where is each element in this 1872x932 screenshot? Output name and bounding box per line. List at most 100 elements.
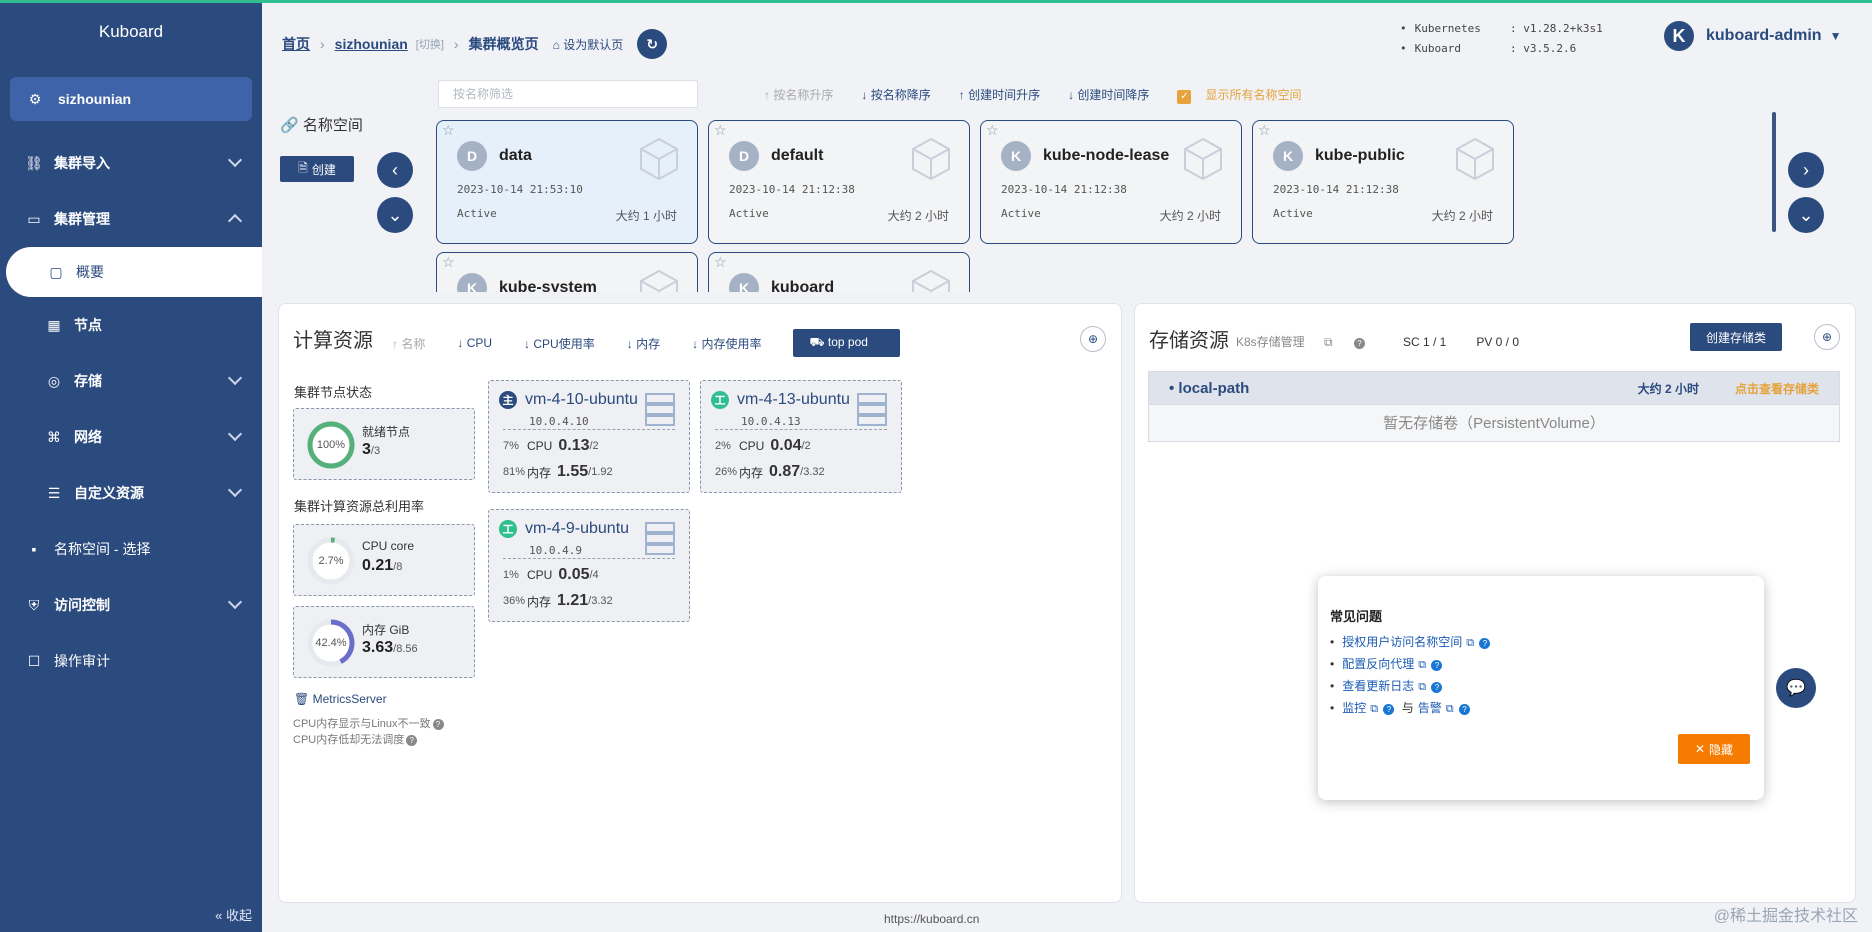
faq-link[interactable]: 授权用户访问名称空间	[1342, 635, 1462, 649]
collapse-down-button[interactable]: ⌄	[1788, 197, 1824, 233]
zoom-icon[interactable]: ⊕	[1814, 324, 1840, 350]
namespace-card[interactable]: ☆ Ddata 2023-10-14 21:53:10 Active 大约 1 小时	[436, 120, 698, 244]
node-name[interactable]: vm-4-10-ubuntu	[525, 391, 638, 409]
sidebar-item-label: 自定义资源	[74, 485, 144, 501]
faq-item[interactable]: 配置反向代理 ⧉ ?	[1330, 654, 1490, 676]
sort-by-cpu-usage[interactable]: ↓ CPU使用率	[524, 335, 611, 352]
create-storage-class-button[interactable]: 创建存储类	[1690, 323, 1782, 351]
version-info: Kubernetes: v1.28.2+k3s1 Kuboard: v3.5.2…	[1400, 19, 1603, 59]
create-namespace-button[interactable]: 🗎 创建	[280, 156, 354, 182]
sidebar-item-import[interactable]: ⛓ 集群导入	[0, 135, 262, 191]
cluster-selector[interactable]: ⚙ sizhounian	[10, 77, 252, 121]
sidebar-item-overview[interactable]: ▢ 概要	[6, 247, 262, 297]
node-card[interactable]: 主 vm-4-10-ubuntu 10.0.4.10 7% CPU 0.13/2 81% 内存…	[488, 380, 690, 493]
namespace-filter-input[interactable]: 按名称筛选	[438, 80, 698, 108]
help-icon: ?	[1383, 704, 1395, 715]
sidebar-item-label: 操作审计	[54, 653, 110, 669]
sort-label: 按名称升序	[773, 88, 834, 102]
prev-page-button[interactable]: ‹	[377, 152, 413, 188]
view-storage-class-link[interactable]: 点击查看存储类	[1735, 380, 1819, 397]
star-icon[interactable]: ☆	[714, 254, 727, 271]
sort-by-cpu[interactable]: ↓ CPU	[457, 336, 508, 350]
sidebar-item-access-control[interactable]: ⛨ 访问控制	[0, 577, 262, 633]
set-default-page-link[interactable]: ⌂ 设为默认页	[553, 36, 624, 53]
collapse-sidebar-button[interactable]: « 收起	[215, 905, 252, 924]
sort-time-desc[interactable]: ↓ 创建时间降序	[1068, 86, 1163, 104]
server-icon	[645, 393, 675, 426]
faq-item[interactable]: 授权用户访问名称空间 ⧉ ?	[1330, 632, 1491, 654]
sidebar-item-label: 名称空间 - 选择	[54, 541, 151, 557]
namespace-card[interactable]: ☆ Ddefault 2023-10-14 21:12:38 Active 大约 2 小…	[708, 120, 970, 244]
node-card[interactable]: 工 vm-4-9-ubuntu 10.0.4.9 1% CPU 0.05/4 36% 内存 1.…	[488, 509, 690, 622]
lock-icon: ⛨	[28, 596, 40, 613]
sidebar-item-crd[interactable]: ☰ 自定义资源	[0, 465, 262, 521]
node-cpu-percent: 7%	[503, 440, 519, 452]
faq-link[interactable]: 查看更新日志	[1342, 679, 1414, 693]
user-menu[interactable]: K kuboard-admin ▼	[1664, 21, 1841, 51]
faq-item[interactable]: 查看更新日志 ⧉ ?	[1330, 676, 1490, 698]
sidebar-item-storage[interactable]: ◎ 存储	[0, 353, 262, 409]
star-icon[interactable]: ☆	[986, 122, 999, 139]
node-name[interactable]: vm-4-13-ubuntu	[737, 391, 850, 409]
namespace-card[interactable]: ☆ Kkuboard	[708, 252, 970, 292]
sidebar-item-audit[interactable]: ☐ 操作审计	[0, 633, 262, 689]
sort-name-desc[interactable]: ↓ 按名称降序	[861, 86, 944, 104]
namespace-card[interactable]: ☆ Kkube-public 2023-10-14 21:12:38 Active 大约…	[1252, 120, 1514, 244]
next-page-button[interactable]: ›	[1788, 152, 1824, 188]
expand-down-button[interactable]: ⌄	[377, 197, 413, 233]
sort-by-memory[interactable]: ↓ 内存	[627, 335, 676, 352]
faq-item[interactable]: 监控⧉ ? 与告警⧉ ?	[1330, 698, 1490, 720]
note-item[interactable]: CPU内存显示与Linux不一致?	[293, 716, 444, 732]
show-all-namespaces-checkbox[interactable]: ✓ 显示所有名称空间	[1177, 86, 1315, 104]
faq-link[interactable]: 告警	[1418, 701, 1442, 715]
namespace-avatar: K	[1001, 141, 1031, 171]
faq-link[interactable]: 监控	[1342, 701, 1366, 715]
external-link-icon: ⧉	[1324, 335, 1333, 349]
zoom-icon[interactable]: ⊕	[1080, 326, 1106, 352]
divider	[503, 429, 675, 430]
sidebar-item-namespace-select[interactable]: ▪ 名称空间 - 选择	[0, 521, 262, 577]
chat-button[interactable]: 💬	[1776, 668, 1816, 708]
breadcrumb-home[interactable]: 首页	[282, 34, 310, 54]
star-icon[interactable]: ☆	[1258, 122, 1271, 139]
footer-url[interactable]: https://kuboard.cn	[884, 912, 979, 926]
sort-time-asc[interactable]: ↑ 创建时间升序	[959, 86, 1054, 104]
namespace-card[interactable]: ☆ Kkube-node-lease 2023-10-14 21:12:38 Acti…	[980, 120, 1242, 244]
sidebar-item-network[interactable]: ⌘ 网络	[0, 409, 262, 465]
namespace-scrollbar[interactable]	[1772, 112, 1776, 232]
sidebar-item-cluster-manage[interactable]: ▭ 集群管理	[0, 191, 262, 247]
node-cpu-label: CPU	[527, 439, 553, 453]
cube-icon	[912, 269, 950, 292]
star-icon[interactable]: ☆	[442, 122, 455, 139]
sort-by-name[interactable]: ↑ 名称	[392, 335, 441, 352]
sort-name-asc[interactable]: ↑ 按名称升序	[764, 86, 847, 104]
breadcrumb-cluster[interactable]: sizhounian	[335, 36, 408, 52]
create-label: 创建	[311, 162, 336, 177]
faq-link[interactable]: 配置反向代理	[1342, 657, 1414, 671]
note-item[interactable]: CPU内存低却无法调度?	[293, 732, 444, 748]
note-text: CPU内存显示与Linux不一致	[293, 718, 431, 730]
node-card[interactable]: 工 vm-4-13-ubuntu 10.0.4.13 2% CPU 0.04/2 26% 内存…	[700, 380, 902, 493]
chevron-down-icon	[227, 370, 243, 386]
metrics-server-link[interactable]: 🗑 MetricsServer	[294, 692, 387, 706]
refresh-button[interactable]: ↻	[637, 29, 668, 59]
node-cpu-used: 0.04	[770, 437, 802, 454]
star-icon[interactable]: ☆	[442, 254, 455, 271]
k8s-storage-link[interactable]: K8s存储管理 ⧉ ?	[1236, 333, 1381, 350]
storage-class-row[interactable]: • local-path 大约 2 小时 点击查看存储类	[1148, 371, 1840, 405]
top-pod-button[interactable]: ⛟ top pod	[793, 329, 900, 357]
switch-cluster-link[interactable]: [切换]	[416, 36, 444, 52]
cube-icon	[912, 137, 950, 181]
cpu-value: 0.21/8	[362, 557, 402, 575]
version-value: : v1.28.2+k3s1	[1510, 22, 1603, 35]
node-name[interactable]: vm-4-9-ubuntu	[525, 520, 629, 538]
cluster-name: sizhounian	[58, 91, 132, 107]
storage-class-name: • local-path	[1169, 379, 1250, 397]
hide-faq-button[interactable]: ✕ 隐藏	[1678, 734, 1750, 764]
board-icon: ▢	[49, 263, 63, 280]
namespace-card[interactable]: ☆ Kkube-system	[436, 252, 698, 292]
star-icon[interactable]: ☆	[714, 122, 727, 139]
sidebar-item-nodes[interactable]: ▦ 节点	[0, 297, 262, 353]
sort-by-memory-usage[interactable]: ↓ 内存使用率	[692, 335, 777, 352]
node-header: 主 vm-4-10-ubuntu	[499, 391, 638, 409]
